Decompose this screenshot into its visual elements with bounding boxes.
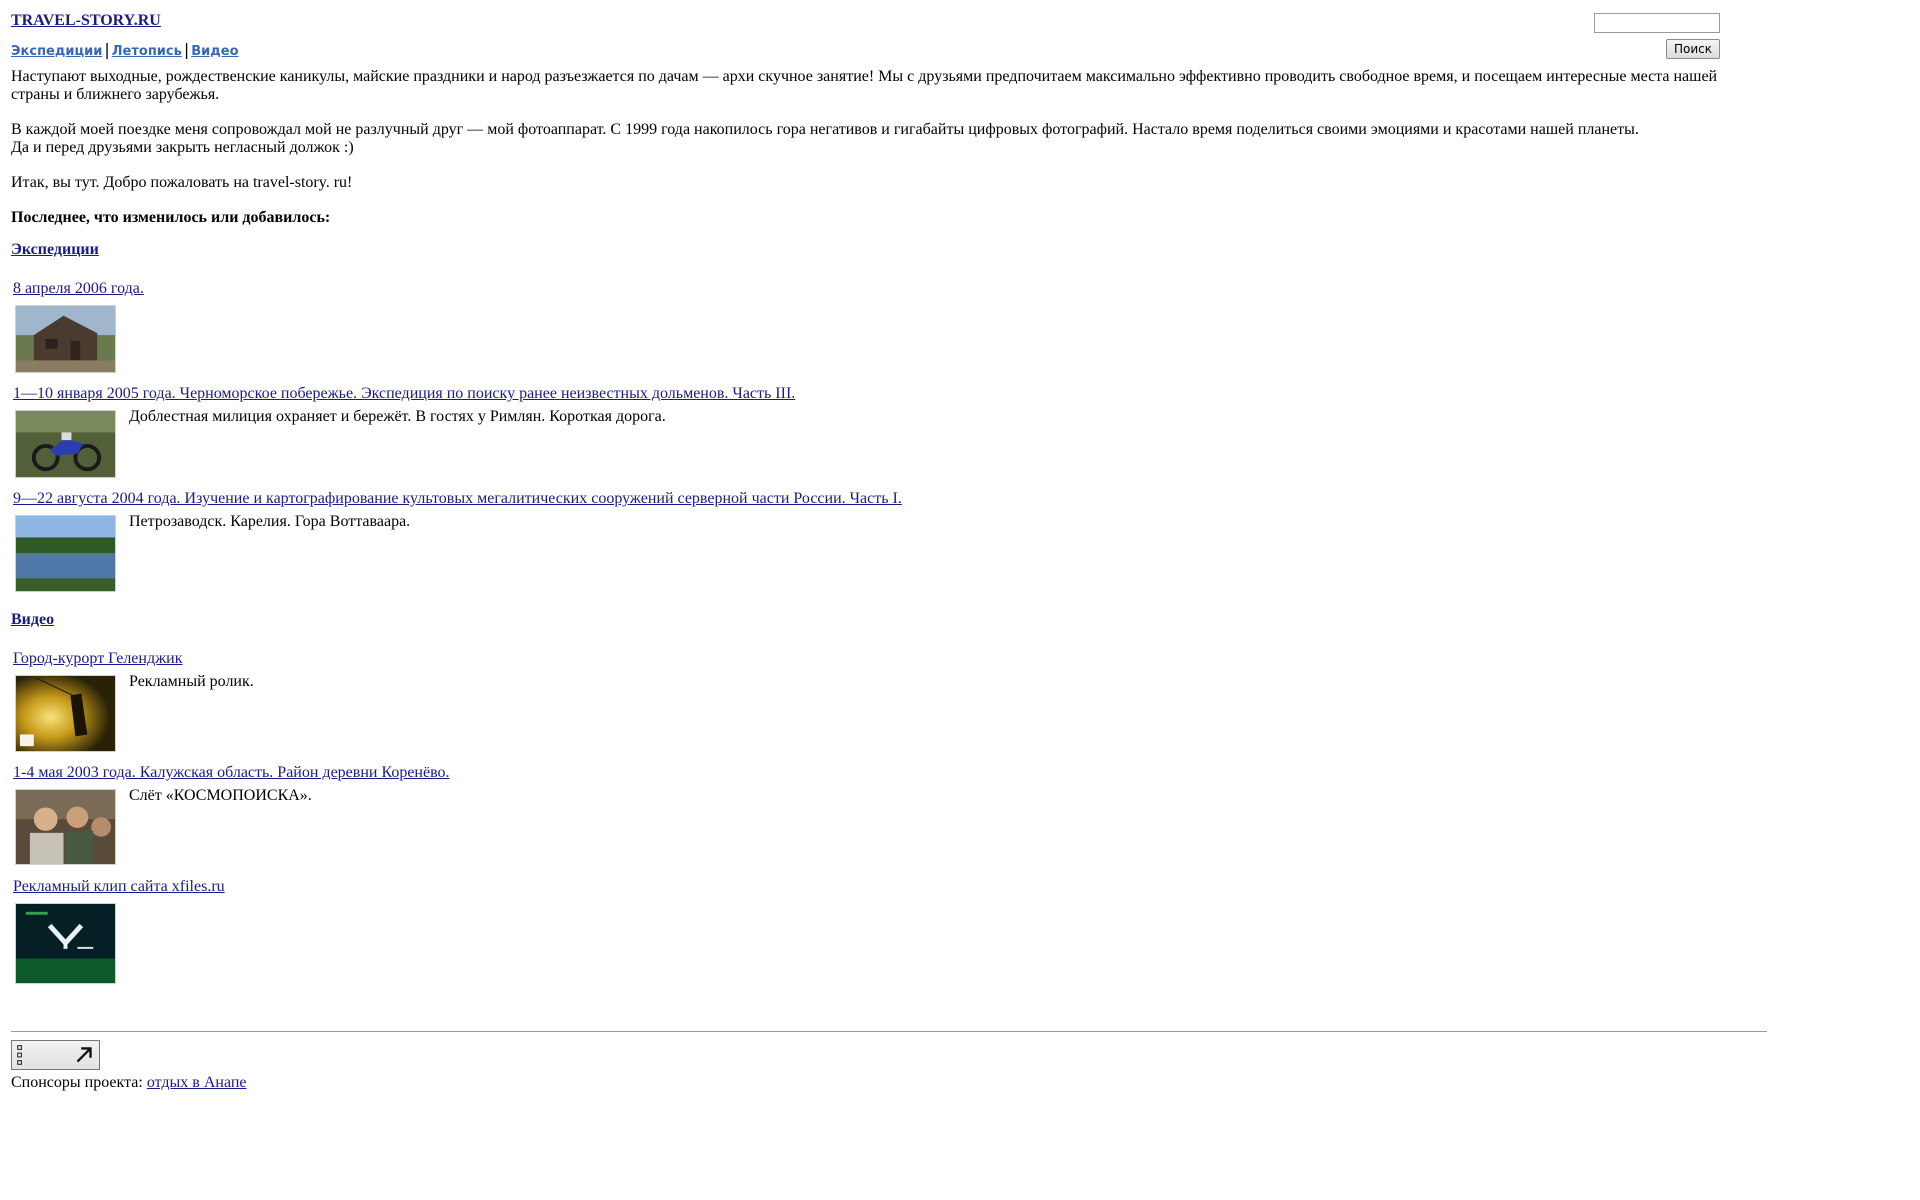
video-thumbnail-xfiles[interactable] (15, 903, 116, 984)
search-button[interactable]: Поиск (1666, 39, 1720, 59)
nav-separator: | (104, 40, 110, 59)
intro-paragraph-line: В каждой моей поездке меня сопровождал м… (11, 121, 1639, 138)
intro-paragraph-line: Да и перед друзьями закрыть негласный до… (11, 139, 354, 156)
video-entry-description: Рекламный ролик. (129, 673, 254, 690)
intro-paragraph: Наступают выходные, рождественские каник… (11, 68, 1718, 103)
latest-changes-heading: Последнее, что изменилось или добавилось… (11, 209, 331, 226)
site-title-link[interactable]: TRAVEL-STORY.RU (11, 12, 161, 30)
intro-text: Наступают выходные, рождественские каник… (11, 68, 1751, 244)
video-section-link[interactable]: Видео (11, 611, 54, 629)
expedition-thumbnail-cabin[interactable] (15, 305, 116, 373)
expedition-entry-title[interactable]: 9—22 августа 2004 года. Изучение и карто… (13, 490, 902, 508)
expedition-entry-description: Петрозаводск. Карелия. Гора Воттаваара. (129, 513, 411, 530)
expedition-entry-description: Доблестная милиция охраняет и бережёт. В… (129, 408, 666, 425)
expeditions-section-link[interactable]: Экспедиции (11, 241, 99, 259)
intro-paragraph: В каждой моей поездке меня сопровождал м… (11, 121, 1751, 157)
nav-expeditions-link[interactable]: Экспедиции (11, 44, 102, 59)
nav-video-link[interactable]: Видео (191, 44, 238, 59)
sponsors-label: Спонсоры проекта: (11, 1074, 143, 1091)
footer-divider (11, 1031, 1767, 1032)
expedition-entry-title[interactable]: 1—10 января 2005 года. Черноморское побе… (13, 385, 795, 403)
video-entry-description: Слёт «КОСМОПОИСКА». (129, 787, 312, 804)
sponsor-link[interactable]: отдых в Анапе (147, 1074, 247, 1091)
nav-chronicle-link[interactable]: Летопись (112, 44, 182, 59)
video-thumbnail-kosmopoisk[interactable] (15, 789, 116, 865)
sponsors-line: Спонсоры проекта: отдых в Анапе (11, 1074, 247, 1092)
expedition-entry-title[interactable]: 8 апреля 2006 года. (13, 280, 144, 298)
video-entry-title[interactable]: Город-курорт Геленджик (13, 650, 183, 668)
video-entry-title[interactable]: Рекламный клип сайта xfiles.ru (13, 878, 225, 896)
video-thumbnail-gelendzhik[interactable] (15, 675, 116, 752)
page: TRAVEL-STORY.RU Экспедиции | Летопись | Виде… (0, 0, 1920, 1200)
external-link-arrow-icon (76, 1047, 92, 1063)
expedition-thumbnail-motorbike[interactable] (15, 410, 116, 478)
search-input[interactable] (1594, 13, 1720, 33)
counter-badge[interactable] (11, 1040, 100, 1070)
video-entry-title[interactable]: 1-4 мая 2003 года. Калужская область. Ра… (13, 764, 450, 782)
top-nav: Экспедиции | Летопись | Видео (11, 40, 239, 59)
intro-paragraph: Итак, вы тут. Добро пожаловать на travel… (11, 174, 353, 191)
expedition-thumbnail-lake[interactable] (15, 515, 116, 592)
nav-separator: | (183, 40, 190, 59)
